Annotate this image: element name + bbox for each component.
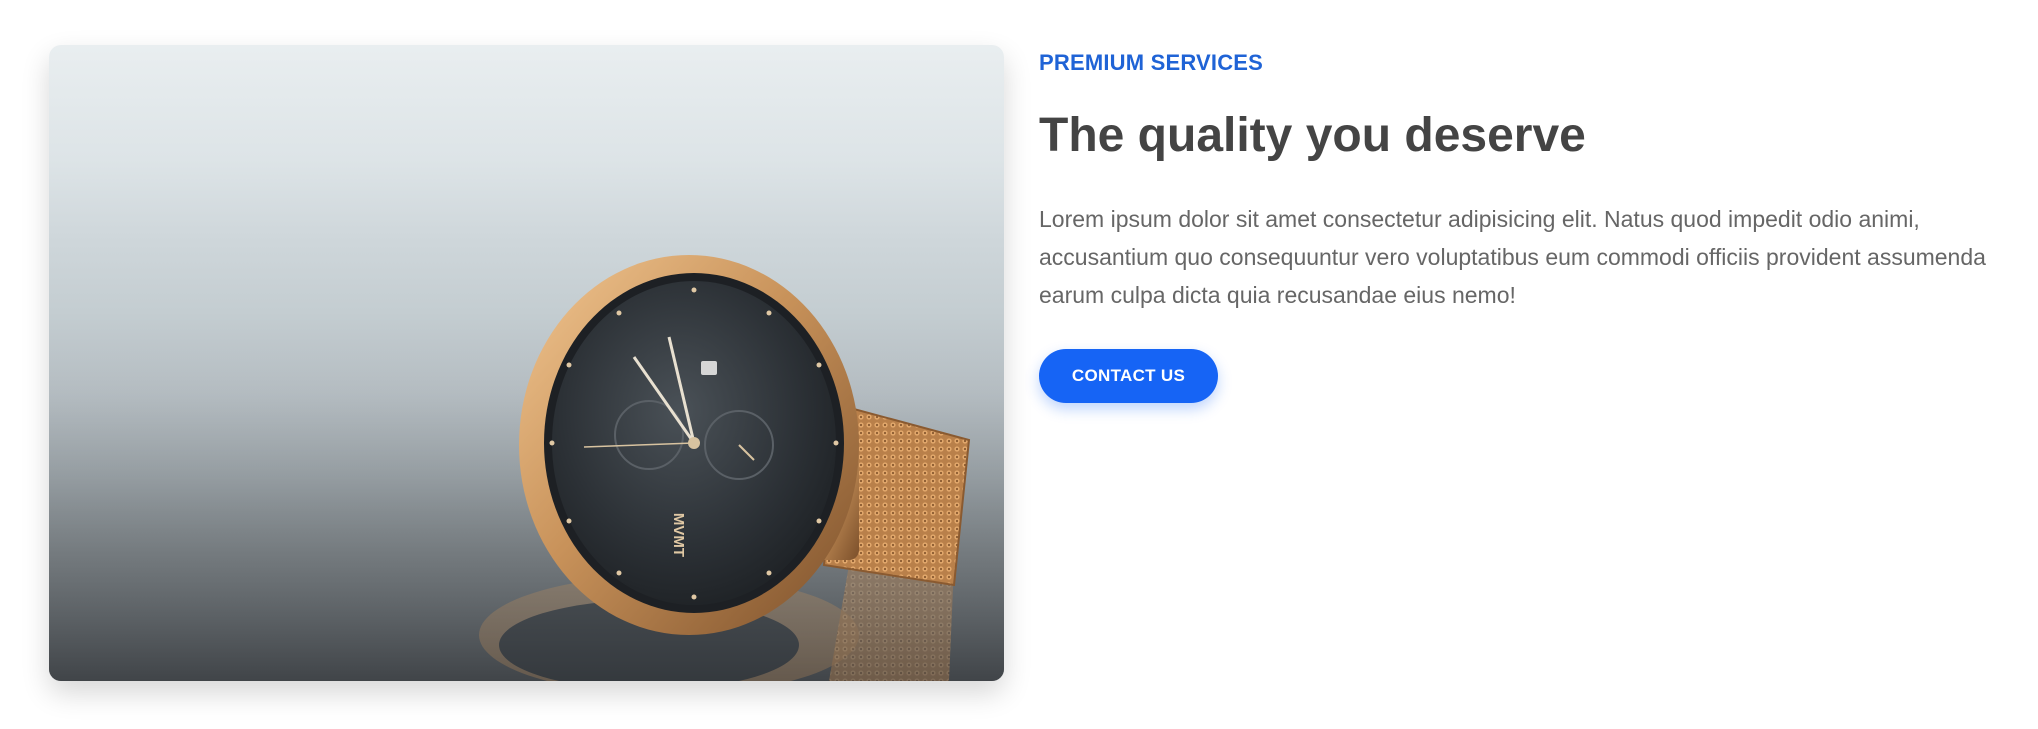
watch-brand-label: MVMT xyxy=(670,513,687,557)
watch-illustration: MVMT xyxy=(49,255,1004,681)
hero-image: MVMT xyxy=(49,45,1004,681)
section-eyebrow: PREMIUM SERVICES xyxy=(1039,50,1264,75)
section-headline: The quality you deserve xyxy=(1039,109,1586,163)
contact-us-button[interactable]: CONTACT US xyxy=(1039,348,1218,403)
content-column: PREMIUM SERVICES The quality you deserve… xyxy=(1039,45,1999,403)
section-body-text: Lorem ipsum dolor sit amet consectetur a… xyxy=(1039,205,1986,308)
feature-section: MVMT PREMIUM SERVICES The quality you de… xyxy=(0,0,2038,729)
